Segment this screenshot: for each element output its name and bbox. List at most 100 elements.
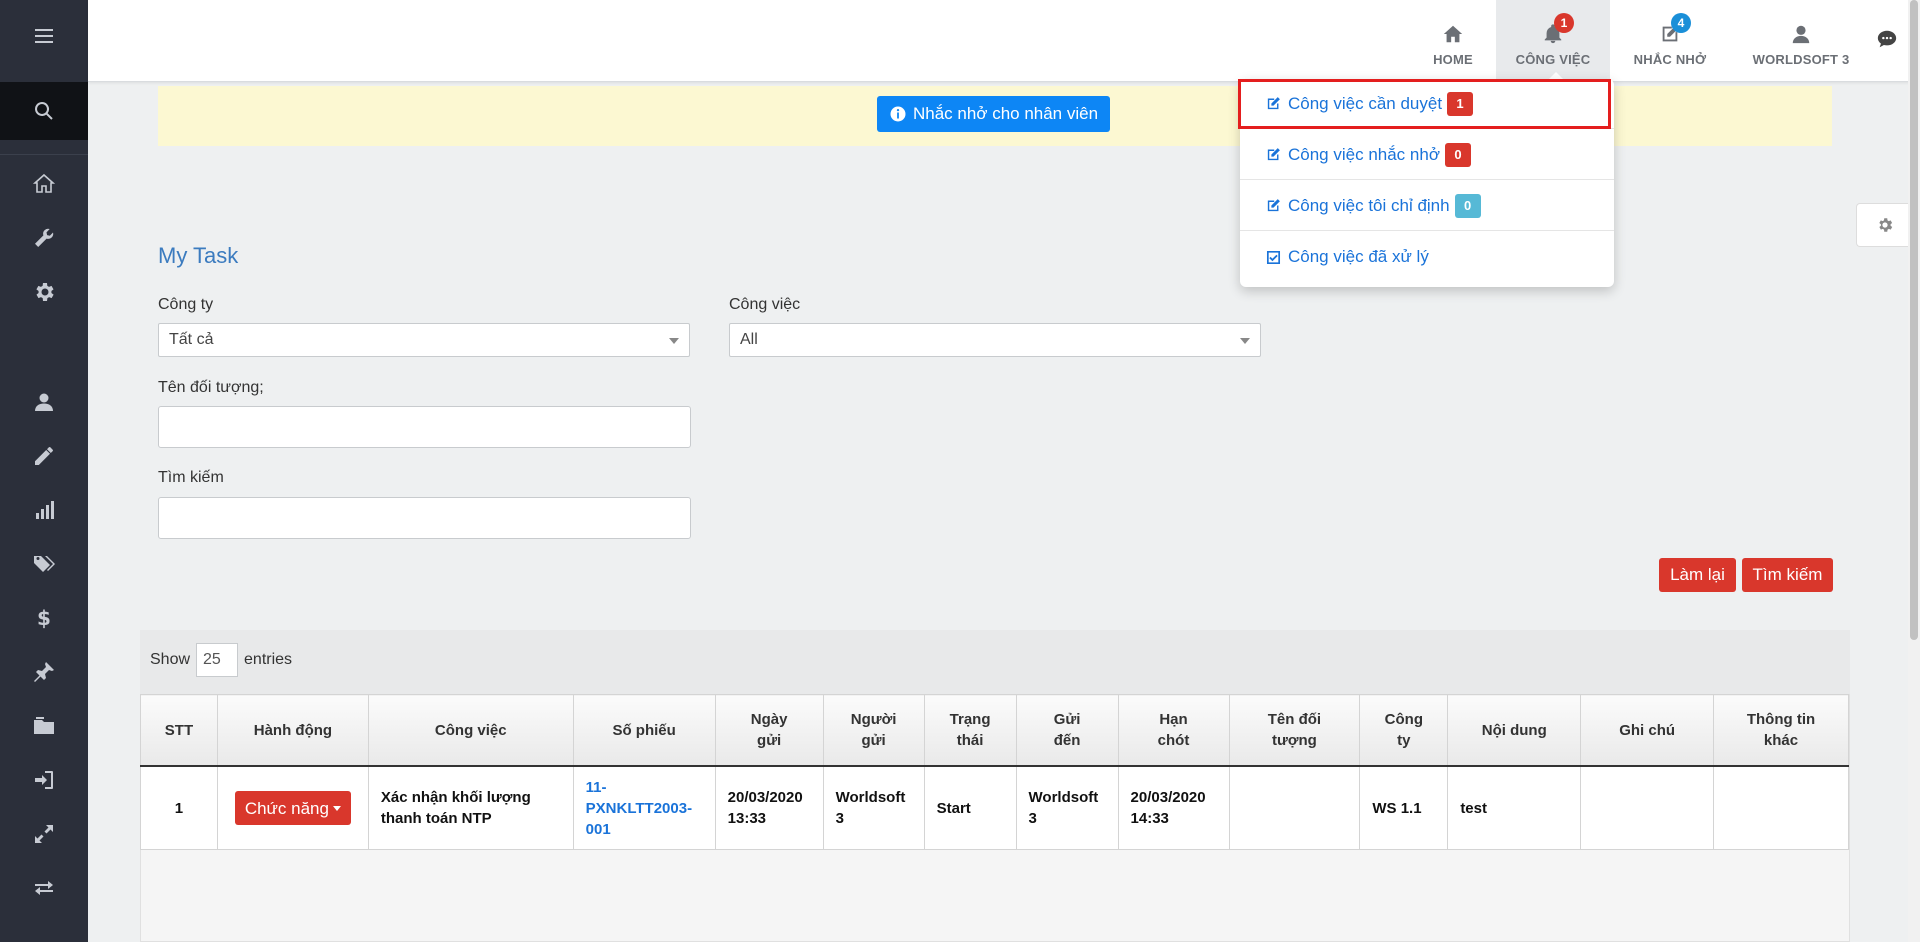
sidebar-item-pin[interactable] — [0, 648, 88, 696]
menu-item-cong-viec-toi-chi-dinh[interactable]: Công việc tôi chỉ định 0 — [1240, 181, 1614, 231]
sidebar-item-reports[interactable] — [0, 486, 88, 534]
cell-stt: 1 — [140, 765, 218, 850]
col-header[interactable]: Hạn chót — [1117, 694, 1230, 767]
nav-user-label: WORLDSOFT 3 — [1752, 51, 1850, 67]
task-select[interactable]: All — [729, 323, 1261, 357]
col-header[interactable]: Ngày gửi — [714, 694, 824, 767]
menu-item-cong-viec-da-xu-ly[interactable]: Công việc đã xử lý — [1240, 232, 1614, 282]
pencil-icon — [35, 447, 53, 465]
col-header[interactable]: Công ty — [1359, 694, 1449, 767]
col-header[interactable]: Hành động — [216, 694, 369, 767]
col-header-text: Ghi chú — [1619, 721, 1676, 739]
cell-action: Chức năng — [216, 765, 369, 850]
object-name-input[interactable] — [158, 406, 691, 448]
reset-button[interactable]: Làm lại — [1659, 558, 1736, 592]
sidebar-item-settings[interactable] — [0, 268, 88, 316]
home-icon — [32, 173, 56, 193]
exchange-icon — [35, 881, 53, 895]
col-header-text: ty — [1397, 732, 1411, 749]
sidebar-search-button[interactable] — [0, 82, 88, 140]
menu-item-badge: 0 — [1454, 193, 1481, 218]
nav-nhac-nho-label: NHẮC NHỞ — [1633, 51, 1707, 67]
col-header[interactable]: Thông tin khác — [1713, 694, 1849, 767]
task-select-value: All — [740, 331, 758, 348]
ticket-link[interactable]: 11- — [586, 779, 607, 796]
user-icon — [35, 393, 53, 411]
col-header[interactable]: STT — [140, 694, 218, 767]
home-icon — [1443, 25, 1463, 42]
col-header[interactable]: Ghi chú — [1580, 694, 1715, 767]
col-header-text: Công — [1384, 711, 1423, 728]
menu-item-cong-viec-nhac-nho[interactable]: Công việc nhắc nhở 0 — [1240, 130, 1614, 180]
info-icon — [890, 106, 906, 122]
col-header-text: Người — [850, 711, 897, 728]
remind-staff-button[interactable]: Nhắc nhở cho nhân viên — [877, 96, 1111, 132]
sidebar-item-login[interactable] — [0, 756, 88, 804]
sidebar-divider — [0, 154, 88, 155]
col-header[interactable]: Trạng thái — [923, 694, 1017, 767]
sidebar-item-transfer[interactable] — [0, 864, 88, 912]
company-select[interactable]: Tất cả — [158, 323, 690, 357]
cell-note — [1580, 765, 1715, 850]
nav-nhac-nho[interactable]: 4 NHẮC NHỞ — [1622, 0, 1718, 81]
chat-button[interactable] — [1876, 28, 1900, 52]
page-title: My Task — [158, 243, 239, 268]
cell-sent-to: Worldsoft 3 — [1015, 765, 1119, 850]
sidebar-item-expand[interactable] — [0, 810, 88, 858]
cell-sent-date: 20/03/2020 13:33 — [714, 765, 824, 850]
col-header-text: Ngày — [750, 711, 788, 728]
sidebar-item-edit[interactable] — [0, 432, 88, 480]
cell-ticket[interactable]: 11- PXNKLTT2003- 001 — [572, 765, 716, 850]
col-header[interactable]: Số phiếu — [572, 694, 716, 767]
check-square-icon — [1266, 250, 1281, 264]
col-header[interactable]: Gửi đến — [1015, 694, 1119, 767]
company-select-value: Tất cả — [169, 331, 214, 348]
col-header-text: Hạn — [1159, 711, 1188, 728]
tags-icon — [34, 556, 55, 572]
function-dropdown-button[interactable]: Chức năng — [234, 791, 351, 825]
col-header[interactable]: Người gửi — [822, 694, 925, 767]
menu-icon[interactable] — [0, 12, 88, 60]
cell-text: Xác nhận khối lượng — [380, 789, 531, 806]
gear-icon — [36, 283, 54, 301]
sign-in-icon — [35, 771, 53, 789]
col-header-text: thái — [956, 732, 984, 749]
table-row[interactable]: 1 Chức năng Xác nhận khối lượng thanh toá… — [140, 765, 1849, 850]
sidebar-item-finance[interactable]: $ — [0, 594, 88, 642]
object-name-label: Tên đối tượng; — [158, 379, 264, 396]
col-header-text: Trạng — [949, 711, 991, 728]
sidebar-item-tools[interactable] — [0, 214, 88, 262]
ticket-link[interactable]: 001 — [586, 821, 611, 838]
nav-home[interactable]: HOME — [1422, 0, 1484, 81]
cell-content: test — [1447, 765, 1582, 850]
ticket-link[interactable]: PXNKLTT2003- — [586, 800, 692, 817]
page-size-input[interactable]: 25 — [196, 643, 239, 677]
cell-text: Worldsoft — [1028, 789, 1099, 806]
col-header[interactable]: Nội dung — [1447, 694, 1582, 767]
col-header[interactable]: Công việc — [367, 694, 574, 767]
menu-item-label: Công việc nhắc nhở — [1288, 144, 1440, 164]
search-input[interactable] — [158, 497, 691, 539]
sidebar-item-documents[interactable] — [0, 702, 88, 750]
nav-user-account[interactable]: WORLDSOFT 3 — [1742, 0, 1860, 81]
col-header[interactable]: Tên đối tượng — [1228, 694, 1361, 767]
menu-item-cong-viec-can-duyet[interactable]: Công việc cần duyệt 1 — [1240, 79, 1614, 129]
menu-item-badge: 0 — [1444, 142, 1471, 167]
caret-down-icon — [332, 805, 341, 811]
sidebar-item-tags[interactable] — [0, 540, 88, 588]
col-header-text: đến — [1053, 732, 1081, 749]
scrollbar-thumb[interactable] — [1910, 0, 1918, 640]
col-header-text: chót — [1157, 732, 1190, 749]
chat-icon — [1877, 30, 1897, 48]
search-button[interactable]: Tìm kiếm — [1742, 558, 1833, 592]
cell-text: Worldsoft — [835, 789, 906, 806]
menu-item-badge: 1 — [1447, 91, 1474, 116]
settings-tab[interactable] — [1856, 203, 1913, 247]
col-header-text: Thông tin — [1746, 711, 1816, 728]
col-header-text: Công việc — [434, 721, 507, 739]
table-toolbar — [140, 630, 1850, 694]
user-icon — [1792, 25, 1810, 43]
sidebar-item-home[interactable] — [0, 160, 88, 208]
nav-cong-viec[interactable]: 1 CÔNG VIỆC — [1496, 0, 1610, 81]
sidebar-item-users[interactable] — [0, 378, 88, 426]
